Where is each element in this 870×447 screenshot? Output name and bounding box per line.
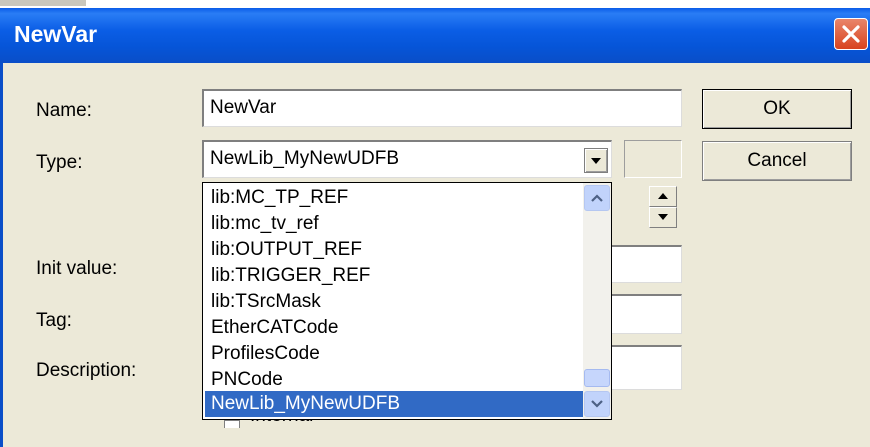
arrow-up-icon xyxy=(658,193,668,199)
close-button[interactable] xyxy=(834,18,868,50)
scroll-thumb[interactable] xyxy=(584,369,610,387)
cancel-label: Cancel xyxy=(747,150,807,171)
scroll-up-button[interactable] xyxy=(584,185,610,211)
spin-up-button[interactable] xyxy=(649,186,677,207)
list-item[interactable]: PNCode xyxy=(205,367,583,393)
chevron-down-icon xyxy=(591,158,601,164)
list-item[interactable]: lib:mc_tv_ref xyxy=(205,211,583,237)
window-title: NewVar xyxy=(14,21,98,47)
background-fragment xyxy=(0,0,86,6)
spin-control[interactable] xyxy=(649,186,677,228)
list-item[interactable]: EtherCATCode xyxy=(205,315,583,341)
name-value: NewVar xyxy=(210,97,277,118)
init-value-field[interactable] xyxy=(612,245,682,283)
arrow-down-icon xyxy=(658,214,668,220)
top-strip xyxy=(0,0,870,8)
type-label: Type: xyxy=(36,152,83,173)
list-item[interactable]: lib:TRIGGER_REF xyxy=(205,263,583,289)
list-item-selected[interactable]: NewLib_MyNewUDFB xyxy=(205,391,583,417)
scroll-down-button[interactable] xyxy=(584,391,610,417)
list-item[interactable]: ProfilesCode xyxy=(205,341,583,367)
type-combobox[interactable]: NewLib_MyNewUDFB xyxy=(202,140,612,178)
dropdown-scrollbar[interactable] xyxy=(583,183,611,419)
chevron-down-icon xyxy=(591,400,603,408)
name-label: Name: xyxy=(36,100,92,121)
init-value-label: Init value: xyxy=(36,258,118,279)
ok-button[interactable]: OK xyxy=(702,89,852,129)
cancel-button[interactable]: Cancel xyxy=(702,141,852,181)
type-value: NewLib_MyNewUDFB xyxy=(210,148,399,169)
window-border xyxy=(0,63,3,447)
ok-label: OK xyxy=(763,98,791,119)
close-icon xyxy=(842,25,860,43)
type-extra-box[interactable] xyxy=(624,140,682,178)
tag-field[interactable] xyxy=(612,294,682,334)
list-item[interactable]: lib:OUTPUT_REF xyxy=(205,237,583,263)
chevron-up-icon xyxy=(591,194,603,202)
tag-label: Tag: xyxy=(36,310,72,331)
name-field[interactable]: NewVar xyxy=(202,89,682,127)
spin-down-button[interactable] xyxy=(649,207,677,228)
description-field[interactable] xyxy=(612,345,682,390)
list-item[interactable]: lib:TSrcMask xyxy=(205,289,583,315)
type-dropdown-button[interactable] xyxy=(584,148,608,173)
type-dropdown-list[interactable]: lib:MC_TP_REF lib:mc_tv_ref lib:OUTPUT_R… xyxy=(202,182,612,420)
list-item[interactable]: lib:MC_TP_REF xyxy=(205,185,583,211)
title-bar: NewVar xyxy=(0,8,870,63)
internal-checkbox[interactable] xyxy=(224,420,240,428)
description-label: Description: xyxy=(36,360,137,381)
